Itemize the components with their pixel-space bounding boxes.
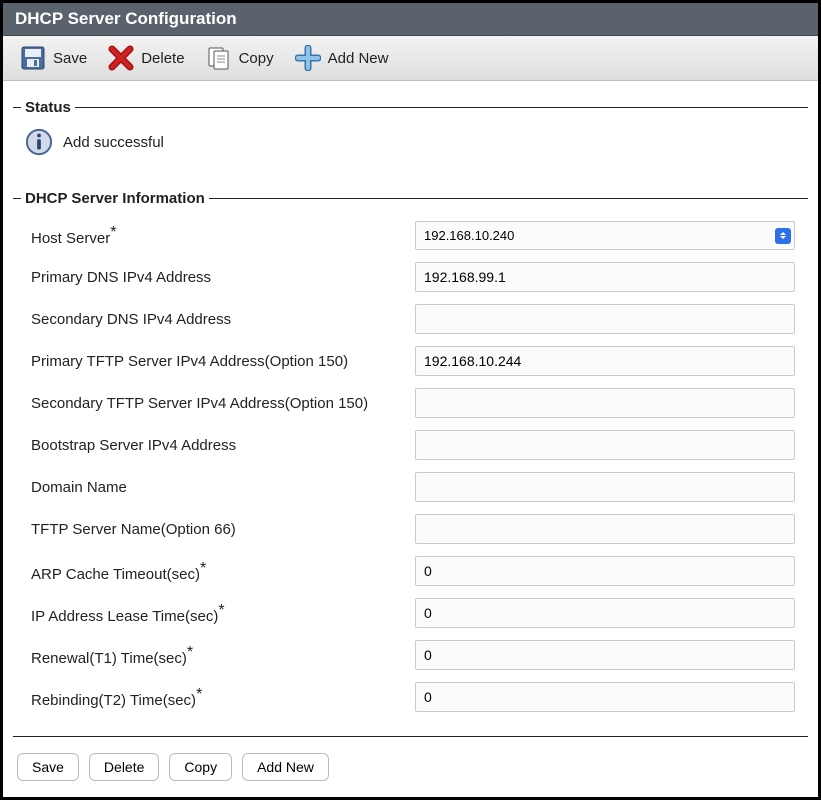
form-row-tftp_name: TFTP Server Name(Option 66) bbox=[21, 508, 800, 550]
domain_name-input[interactable] bbox=[415, 472, 795, 502]
renewal_t1-control bbox=[415, 640, 796, 670]
info-icon bbox=[25, 128, 53, 156]
rebinding_t2-control bbox=[415, 682, 796, 712]
tftp_name-label: TFTP Server Name(Option 66) bbox=[25, 521, 415, 538]
secondary_dns-label: Secondary DNS IPv4 Address bbox=[25, 311, 415, 328]
form-row-primary_dns: Primary DNS IPv4 Address bbox=[21, 256, 800, 298]
form-row-secondary_tftp: Secondary TFTP Server IPv4 Address(Optio… bbox=[21, 382, 800, 424]
renewal_t1-input[interactable] bbox=[415, 640, 795, 670]
footer-addnew-button[interactable]: Add New bbox=[242, 753, 329, 781]
arp_timeout-input[interactable] bbox=[415, 556, 795, 586]
add-new-button[interactable]: Add New bbox=[286, 40, 397, 76]
rebinding_t2-label: Rebinding(T2) Time(sec)* bbox=[25, 686, 415, 709]
secondary_tftp-input[interactable] bbox=[415, 388, 795, 418]
form-row-arp_timeout: ARP Cache Timeout(sec)* bbox=[21, 550, 800, 592]
primary_dns-control bbox=[415, 262, 796, 292]
delete-button[interactable]: Delete bbox=[99, 40, 192, 76]
form-row-secondary_dns: Secondary DNS IPv4 Address bbox=[21, 298, 800, 340]
copy-button[interactable]: Copy bbox=[197, 40, 282, 76]
arp_timeout-control bbox=[415, 556, 796, 586]
form-row-rebinding_t2: Rebinding(T2) Time(sec)* bbox=[21, 676, 800, 718]
secondary_tftp-label: Secondary TFTP Server IPv4 Address(Optio… bbox=[25, 395, 415, 412]
dhcp-info-legend: DHCP Server Information bbox=[21, 190, 209, 207]
required-mark: * bbox=[218, 602, 224, 619]
form-row-primary_tftp: Primary TFTP Server IPv4 Address(Option … bbox=[21, 340, 800, 382]
delete-icon bbox=[107, 44, 135, 72]
lease_time-label: IP Address Lease Time(sec)* bbox=[25, 602, 415, 625]
plus-icon bbox=[294, 44, 322, 72]
footer-save-button[interactable]: Save bbox=[17, 753, 79, 781]
form-row-host_server: Host Server* bbox=[21, 215, 800, 256]
status-legend: Status bbox=[21, 99, 75, 116]
required-mark: * bbox=[110, 224, 116, 241]
rebinding_t2-input[interactable] bbox=[415, 682, 795, 712]
footer-delete-button[interactable]: Delete bbox=[89, 753, 159, 781]
dhcp-info-panel: DHCP Server Information Host Server* Prim… bbox=[13, 190, 808, 737]
lease_time-control bbox=[415, 598, 796, 628]
form-row-renewal_t1: Renewal(T1) Time(sec)* bbox=[21, 634, 800, 676]
chevron-updown-icon[interactable] bbox=[775, 228, 791, 244]
primary_dns-input[interactable] bbox=[415, 262, 795, 292]
add-new-button-label: Add New bbox=[328, 50, 389, 67]
secondary_dns-control bbox=[415, 304, 796, 334]
tftp_name-input[interactable] bbox=[415, 514, 795, 544]
host_server-label: Host Server* bbox=[25, 224, 415, 247]
host_server-select[interactable] bbox=[415, 221, 795, 250]
required-mark: * bbox=[196, 686, 202, 703]
form-rows-container: Host Server* Primary DNS IPv4 Address Seco… bbox=[21, 215, 800, 718]
footer-button-row: Save Delete Copy Add New bbox=[3, 745, 818, 785]
toolbar: Save Delete Copy bbox=[3, 36, 818, 81]
arp_timeout-label: ARP Cache Timeout(sec)* bbox=[25, 560, 415, 583]
domain_name-control bbox=[415, 472, 796, 502]
primary_dns-label: Primary DNS IPv4 Address bbox=[25, 269, 415, 286]
bootstrap-input[interactable] bbox=[415, 430, 795, 460]
page-title: DHCP Server Configuration bbox=[3, 3, 818, 36]
renewal_t1-label: Renewal(T1) Time(sec)* bbox=[25, 644, 415, 667]
form-row-bootstrap: Bootstrap Server IPv4 Address bbox=[21, 424, 800, 466]
copy-button-label: Copy bbox=[239, 50, 274, 67]
primary_tftp-control bbox=[415, 346, 796, 376]
tftp_name-control bbox=[415, 514, 796, 544]
primary_tftp-input[interactable] bbox=[415, 346, 795, 376]
required-mark: * bbox=[200, 560, 206, 577]
window-frame: DHCP Server Configuration Save Delet bbox=[0, 0, 821, 800]
secondary_tftp-control bbox=[415, 388, 796, 418]
status-message: Add successful bbox=[63, 134, 164, 151]
host_server-input[interactable] bbox=[415, 221, 795, 250]
copy-icon bbox=[205, 44, 233, 72]
delete-button-label: Delete bbox=[141, 50, 184, 67]
secondary_dns-input[interactable] bbox=[415, 304, 795, 334]
host_server-control bbox=[415, 221, 796, 250]
save-icon bbox=[19, 44, 47, 72]
primary_tftp-label: Primary TFTP Server IPv4 Address(Option … bbox=[25, 353, 415, 370]
required-mark: * bbox=[187, 644, 193, 661]
form-row-domain_name: Domain Name bbox=[21, 466, 800, 508]
form-row-lease_time: IP Address Lease Time(sec)* bbox=[21, 592, 800, 634]
domain_name-label: Domain Name bbox=[25, 479, 415, 496]
bootstrap-label: Bootstrap Server IPv4 Address bbox=[25, 437, 415, 454]
status-panel: Status Add successful bbox=[13, 99, 808, 172]
save-button-label: Save bbox=[53, 50, 87, 67]
lease_time-input[interactable] bbox=[415, 598, 795, 628]
bootstrap-control bbox=[415, 430, 796, 460]
save-button[interactable]: Save bbox=[11, 40, 95, 76]
footer-copy-button[interactable]: Copy bbox=[169, 753, 232, 781]
